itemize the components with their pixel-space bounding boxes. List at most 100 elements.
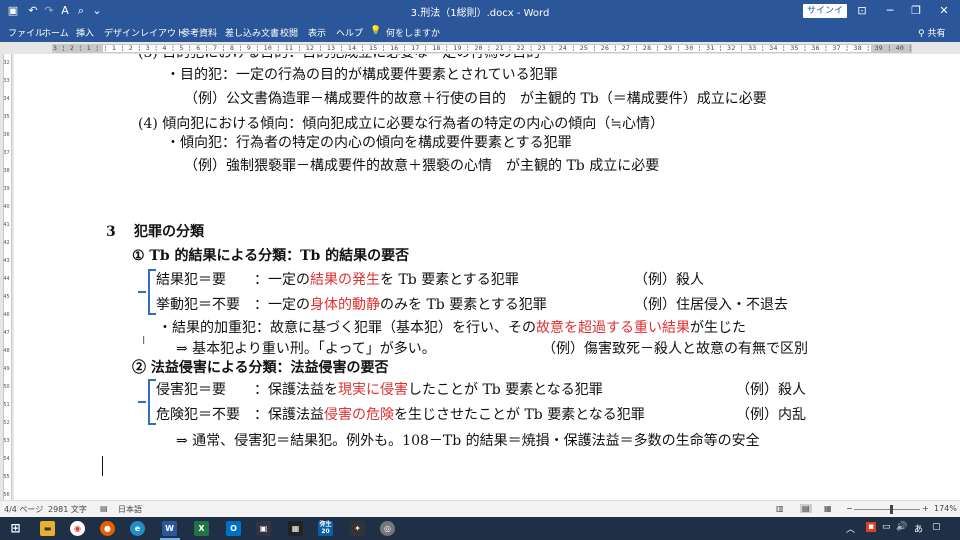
tab-references[interactable]: 参考資料 <box>181 26 217 39</box>
heading-number: 3 <box>106 224 116 240</box>
doc-line: (3) 目的犯における目的：目的犯成立に必要な一定の行為の目的 <box>138 54 540 62</box>
zoom-level[interactable]: 174% <box>934 504 957 513</box>
tray-chevron-icon[interactable]: ︿ <box>846 522 855 535</box>
text-run: 結果犯＝要 ：一定の <box>156 272 310 288</box>
ruler-row: 3 ¦ 2 ¦ 1 ¦ ¦ 1 ¦ 2 ¦ 3 ¦ 4 ¦ 5 ¦ 6 ¦ 7 … <box>0 42 960 54</box>
tell-me-box[interactable]: 何をしますか <box>386 26 440 39</box>
subheading: ② 法益侵害による分類：法益侵害の要否 <box>132 360 389 376</box>
emphasis-run: 故意を超過する重い結果 <box>536 320 690 336</box>
emphasis-run: 結果の発生 <box>310 272 380 288</box>
text-run: 危険犯＝不要 ：保護法益 <box>156 407 324 423</box>
tab-design[interactable]: デザイン <box>104 26 140 39</box>
title-bar: ▣ ↶ ↷ A ⌕ ⌄ 3.刑法（1総則）.docx - Word サインイン … <box>0 0 960 30</box>
page-count[interactable]: 4/4 ページ <box>4 504 43 515</box>
text-run: 挙動犯＝不要 ：一定の <box>156 297 310 313</box>
read-mode-icon[interactable]: ▥ <box>776 504 784 513</box>
vertical-ruler-number: 44 <box>3 276 10 282</box>
example-text: （例）殺人 <box>634 272 704 288</box>
tab-help[interactable]: ヘルプ <box>336 26 363 39</box>
vertical-ruler-number: 52 <box>3 420 10 426</box>
restore-icon[interactable]: ❐ <box>906 3 926 19</box>
vertical-ruler-number: 46 <box>3 312 10 318</box>
emphasis-run: 侵害の危険 <box>324 407 394 423</box>
share-button[interactable]: ⚲ 共有 <box>918 26 945 39</box>
example-text: （例）住居侵入・不退去 <box>634 297 788 313</box>
vertical-ruler-number: 40 <box>3 204 10 210</box>
doc-line: 危険犯＝不要 ：保護法益侵害の危険を生じさせたことが Tb 要素となる犯罪 <box>156 406 645 424</box>
vertical-ruler-number: 50 <box>3 384 10 390</box>
notification-icon[interactable]: ▢ <box>932 522 941 532</box>
tray-app-icon[interactable]: ▪ <box>866 522 877 532</box>
app-icon[interactable]: ◎ <box>380 521 395 536</box>
tab-file[interactable]: ファイル <box>8 26 44 39</box>
volume-icon[interactable]: 🔊 <box>896 522 907 532</box>
tab-insert[interactable]: 挿入 <box>76 26 94 39</box>
zoom-slider-thumb[interactable] <box>890 505 893 514</box>
ribbon-display-icon[interactable]: ⊡ <box>852 3 872 19</box>
text-run: を生じさせたことが Tb 要素となる犯罪 <box>394 407 645 423</box>
doc-line: ⇒ 基本犯より重い刑。「よって」が多い。 <box>176 341 436 357</box>
doc-line: （例）強制猥褻罪－構成要件的故意＋猥褻の心情 が主観的 Tb 成立に必要 <box>184 158 660 174</box>
print-layout-icon[interactable]: ▤ <box>800 504 812 513</box>
zoom-slider[interactable] <box>854 509 920 510</box>
vertical-ruler-number: 56 <box>3 492 10 498</box>
horizontal-ruler[interactable]: 3 ¦ 2 ¦ 1 ¦ ¦ 1 ¦ 2 ¦ 3 ¦ 4 ¦ 5 ¦ 6 ¦ 7 … <box>52 44 912 53</box>
bracket-tick <box>138 291 146 293</box>
example-text: （例）内乱 <box>736 407 806 423</box>
firefox-icon[interactable]: ● <box>100 521 115 536</box>
tab-view[interactable]: 表示 <box>308 26 326 39</box>
language[interactable]: 日本語 <box>118 504 142 515</box>
word-icon[interactable]: W <box>162 521 177 536</box>
doc-line: 挙動犯＝不要 ：一定の身体的動静のみを Tb 要素とする犯罪 <box>156 296 547 314</box>
status-bar: 4/4 ページ 2981 文字 ▤ 日本語 ▥ ▤ ▦ − + 174% <box>0 500 960 517</box>
vertical-ruler-number: 36 <box>3 132 10 138</box>
doc-line: (4) 傾向犯における傾向：傾向犯成立に必要な行為者の特定の内心の傾向（≒心情） <box>138 116 665 132</box>
file-explorer-icon[interactable]: ▬ <box>40 521 55 536</box>
tab-review[interactable]: 校閲 <box>280 26 298 39</box>
excel-icon[interactable]: X <box>194 521 209 536</box>
vertical-ruler-number: 49 <box>3 366 10 372</box>
windows-start-icon[interactable]: ⊞ <box>8 521 23 536</box>
close-icon[interactable]: ✕ <box>934 3 954 19</box>
tab-home[interactable]: ホーム <box>42 26 69 39</box>
minimize-icon[interactable]: ─ <box>880 3 900 19</box>
video-icon[interactable]: ▦ <box>288 521 303 536</box>
text-run: ・結果的加重犯：故意に基づく犯罪（基本犯）を行い、その <box>158 320 536 336</box>
vertical-ruler[interactable]: 32 33 34 35 36 37 38 39 40 41 42 43 44 45 46 47 48 49 50 51… <box>0 54 14 500</box>
doc-line: 結果犯＝要 ：一定の結果の発生を Tb 要素とする犯罪 <box>156 271 519 289</box>
document-page[interactable]: (3) 目的犯における目的：目的犯成立に必要な一定の行為の目的 ・目的犯：一定の… <box>14 54 960 500</box>
doc-line: ・傾向犯：行為者の特定の内心の傾向を構成要件要素とする犯罪 <box>166 135 572 151</box>
zoom-in-icon[interactable]: + <box>922 504 929 513</box>
proofing-icon[interactable]: ▤ <box>100 504 108 513</box>
calendar-app-icon[interactable]: 弥生 20 <box>318 521 333 536</box>
app-icon[interactable]: ▣ <box>256 521 271 536</box>
chrome-icon[interactable]: ◉ <box>70 521 85 536</box>
app-icon[interactable]: ✦ <box>350 521 365 536</box>
text-run: 侵害犯＝要 ：保護法益を <box>156 382 338 398</box>
text-run: したことが Tb 要素となる犯罪 <box>408 382 603 398</box>
doc-line: （例）公文書偽造罪－構成要件的故意＋行使の目的 が主観的 Tb（＝構成要件）成立… <box>184 91 767 107</box>
vertical-ruler-number: 38 <box>3 168 10 174</box>
doc-line: ・目的犯：一定の行為の目的が構成要件要素とされている犯罪 <box>166 67 558 83</box>
vertical-ruler-number: 43 <box>3 258 10 264</box>
mouse-cursor-icon: I <box>142 334 146 347</box>
edge-icon[interactable]: e <box>130 521 145 536</box>
emphasis-run: 現実に侵害 <box>338 382 408 398</box>
outlook-icon[interactable]: O <box>226 521 241 536</box>
text-run: を Tb 要素とする犯罪 <box>380 272 519 288</box>
lightbulb-icon: 💡 <box>370 26 382 36</box>
tab-mailings[interactable]: 差し込み文書 <box>225 26 279 39</box>
zoom-out-icon[interactable]: − <box>846 504 853 513</box>
vertical-ruler-number: 37 <box>3 150 10 156</box>
tab-layout[interactable]: レイアウト <box>140 26 185 39</box>
web-layout-icon[interactable]: ▦ <box>824 504 832 513</box>
word-count[interactable]: 2981 文字 <box>48 504 87 515</box>
signin-button[interactable]: サインイン <box>803 4 847 30</box>
ime-indicator[interactable]: あ <box>914 522 923 535</box>
text-run: が生じた <box>690 320 746 336</box>
vertical-ruler-number: 45 <box>3 294 10 300</box>
emphasis-run: 身体的動静 <box>310 297 380 313</box>
network-icon[interactable]: ▭ <box>882 522 891 532</box>
vertical-ruler-number: 53 <box>3 438 10 444</box>
vertical-ruler-number: 34 <box>3 96 10 102</box>
